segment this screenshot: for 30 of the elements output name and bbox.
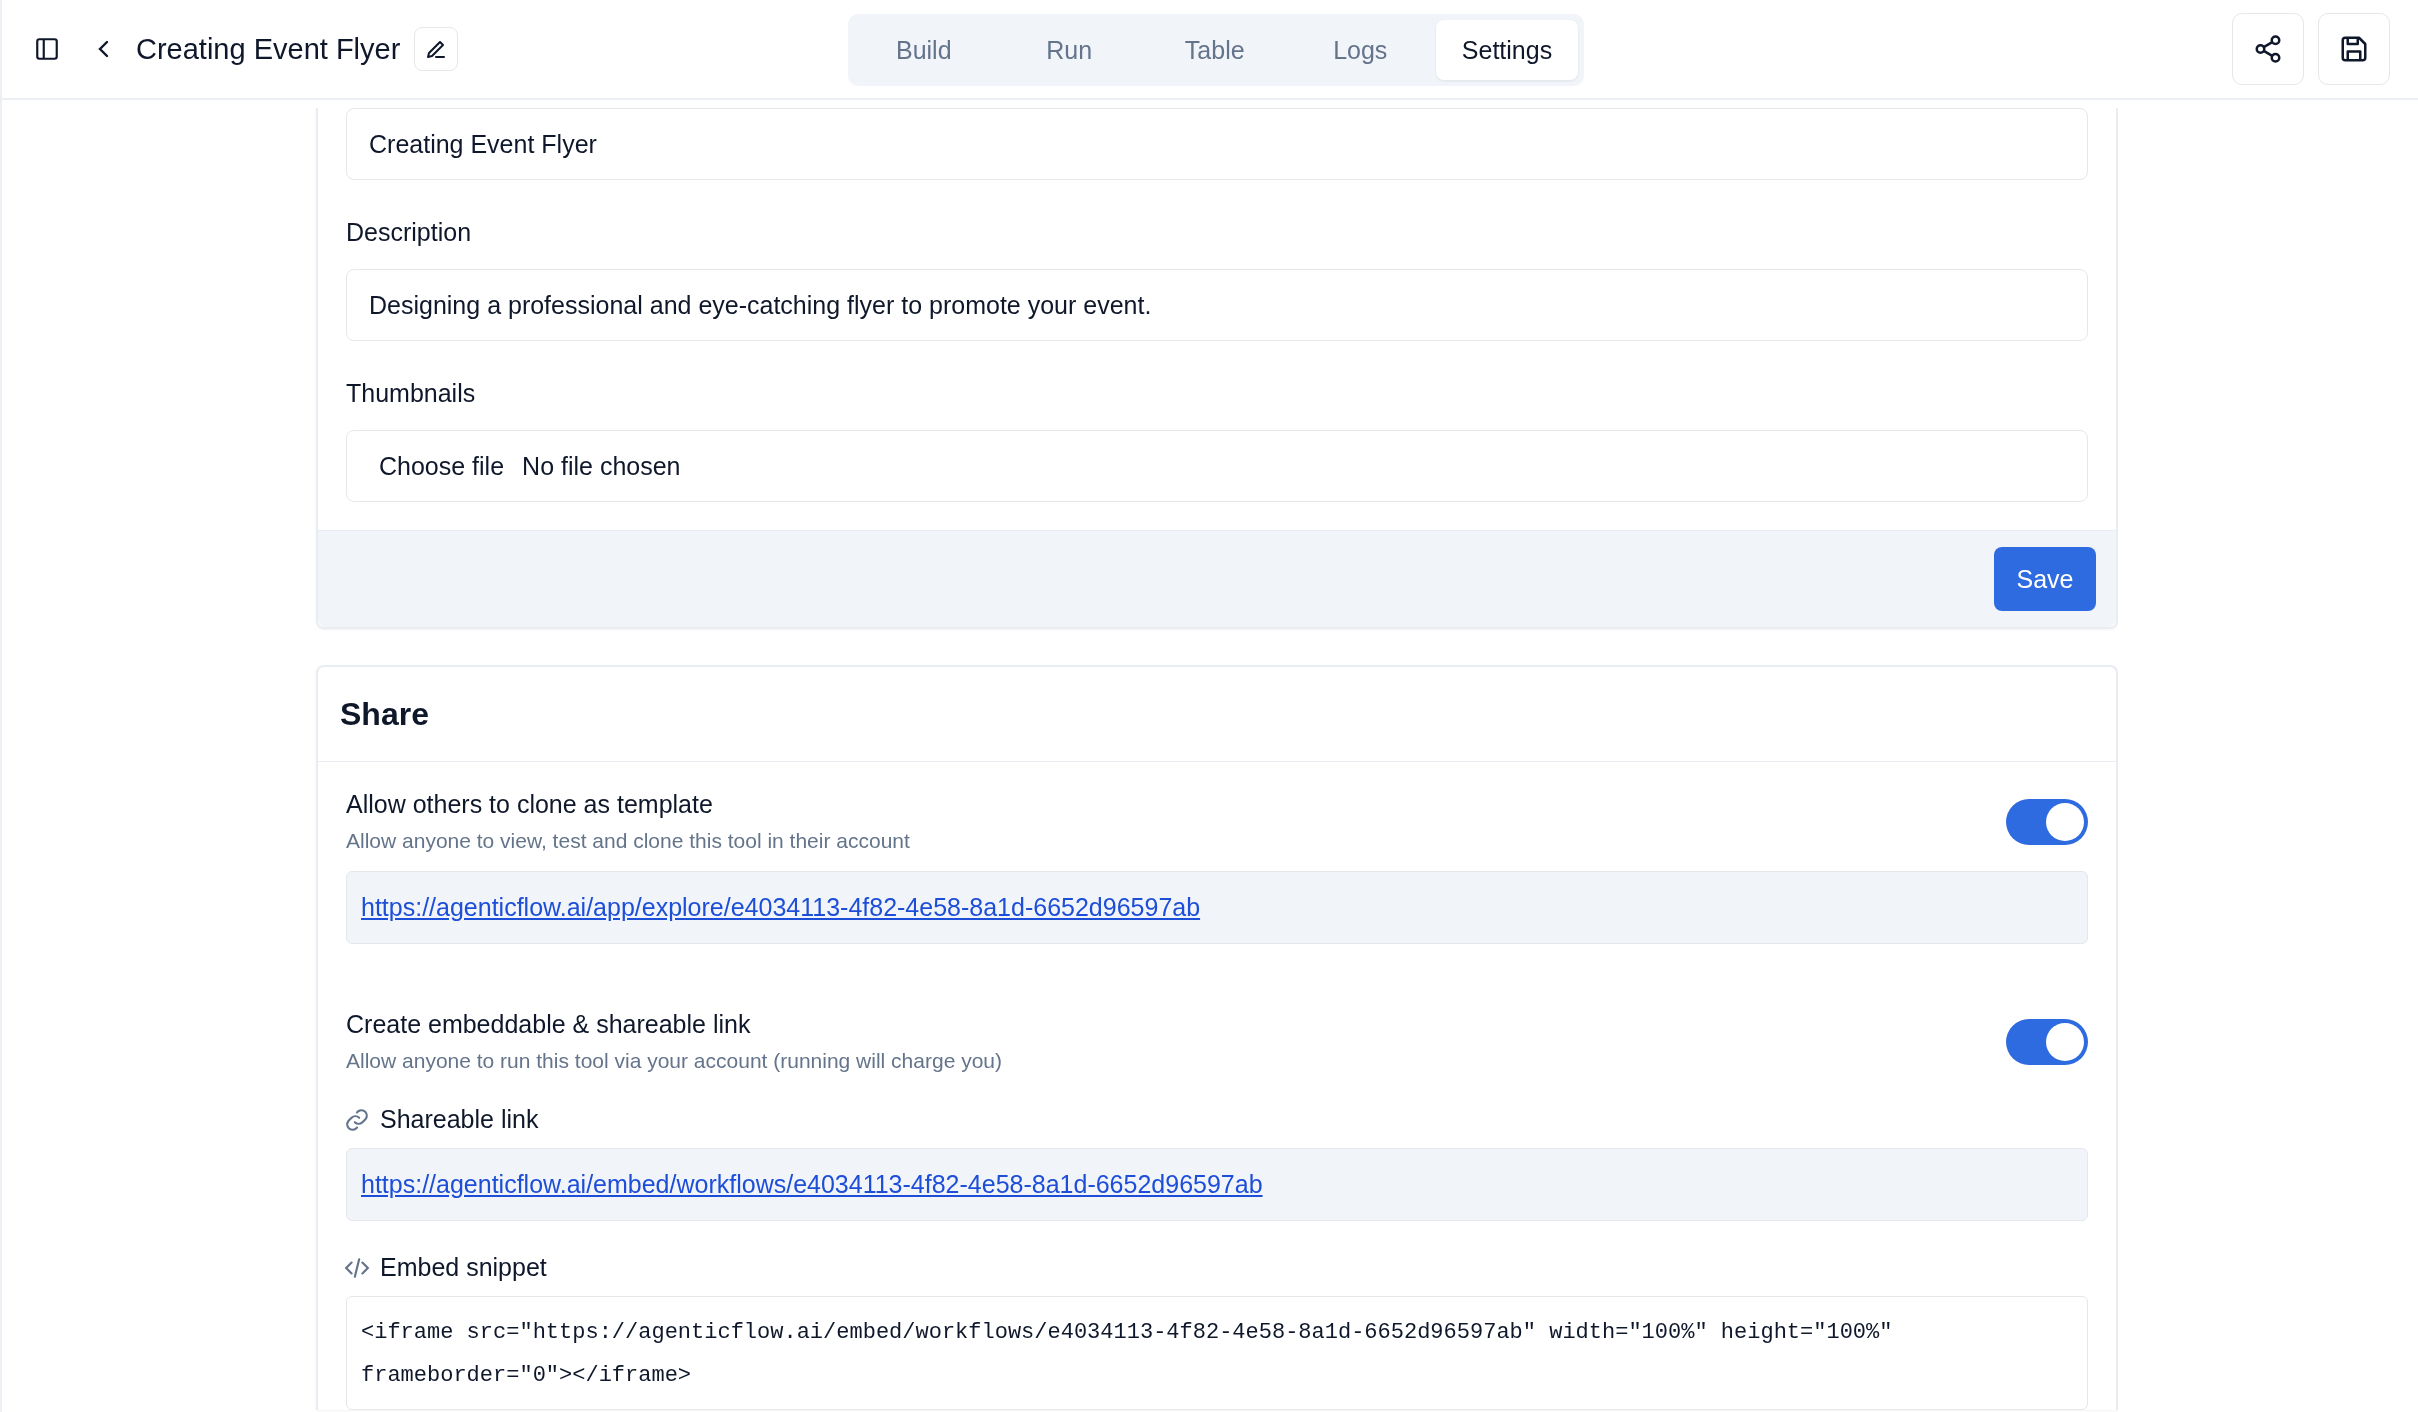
save-icon-button[interactable] (2318, 13, 2390, 85)
option-description: Allow anyone to run this tool via your account (running will charge you) (346, 1049, 1002, 1073)
description-field[interactable]: Designing a professional and eye-catching flyer to promote your event. (346, 269, 2088, 341)
save-button[interactable]: Save (1994, 547, 2096, 611)
embed-code: <iframe src="https://agenticflow.ai/embed/workflows/e4034113-4f82-4e58-8a1d-6652d96597ab" width="100%" height="100%" frameborder="0"></iframe> (361, 1319, 1894, 1390)
file-input-field[interactable]: Choose file No file chosen (346, 430, 2088, 502)
toggle-switch[interactable] (2006, 1018, 2088, 1065)
section-title: Share (340, 695, 429, 733)
tool-title: Creating Event Flyer (136, 32, 401, 66)
toggle-switch[interactable] (2006, 798, 2088, 845)
url-link[interactable]: https://agenticflow.ai/embed/workflows/e4034113-4f82-4e58-8a1d-6652d96597ab (361, 1170, 1263, 1199)
edit-title-button[interactable] (414, 27, 459, 71)
tab[interactable]: Build (854, 20, 994, 80)
field-label: Thumbnails (346, 379, 477, 408)
url-link[interactable]: https://agenticflow.ai/app/explore/e4034113-4f82-4e58-8a1d-6652d96597ab (361, 893, 1201, 922)
name-field[interactable]: Creating Event Flyer (346, 108, 2088, 180)
option-title: Allow others to clone as template (346, 790, 714, 819)
tab[interactable]: Logs (1290, 20, 1430, 80)
tab[interactable]: Settings (1436, 20, 1578, 80)
section-label: Shareable link (380, 1105, 539, 1134)
tab[interactable]: Table (1145, 20, 1285, 80)
option-description: Allow anyone to view, test and clone this tool in their account (346, 829, 910, 853)
share-button[interactable] (2232, 13, 2304, 85)
sidebar-toggle-icon[interactable] (34, 36, 60, 62)
option-title: Create embeddable & shareable link (346, 1010, 752, 1039)
link-icon (344, 1106, 370, 1133)
tab[interactable]: Run (999, 20, 1139, 80)
share-icon (2253, 34, 2283, 64)
field-label: Description (346, 218, 473, 247)
section-label: Embed snippet (380, 1253, 547, 1282)
